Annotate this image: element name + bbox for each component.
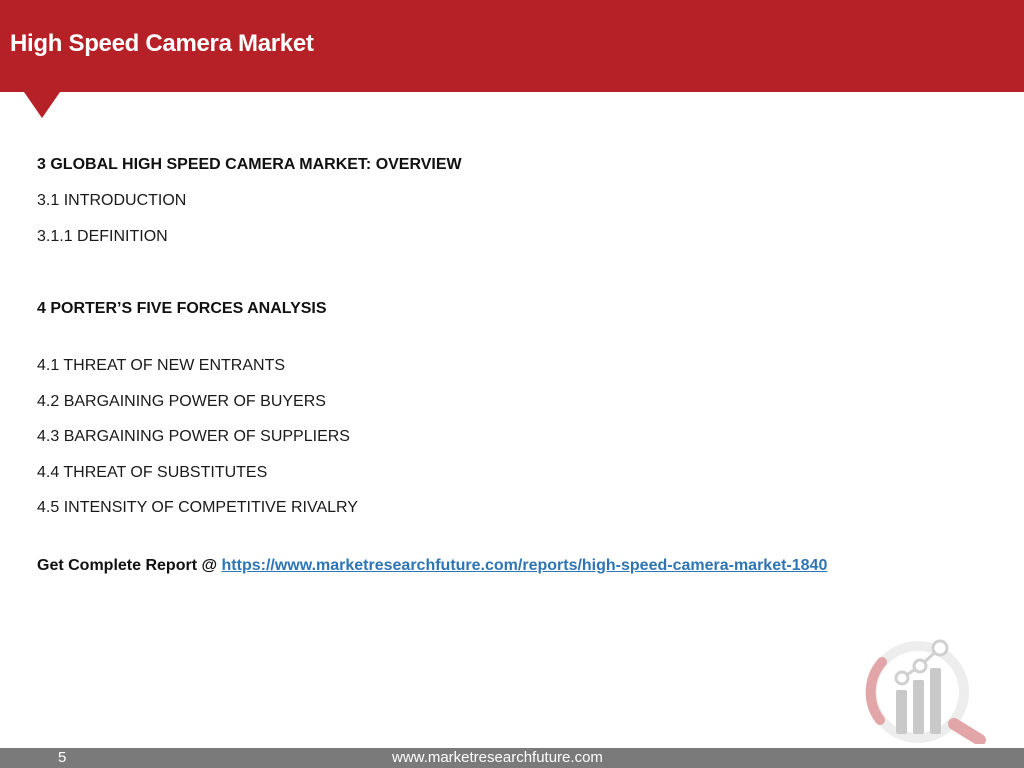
section-4-1-item: 4.1 THREAT OF NEW ENTRANTS — [37, 357, 286, 374]
slide: High Speed Camera Market 3 GLOBAL HIGH S… — [0, 0, 1024, 768]
report-link[interactable]: https://www.marketresearchfuture.com/rep… — [222, 557, 828, 574]
header-bar: High Speed Camera Market — [0, 0, 1024, 92]
section-3-1-item: 3.1 INTRODUCTION — [37, 192, 187, 209]
page-number: 5 — [58, 749, 67, 766]
section-3-1-1-item: 3.1.1 DEFINITION — [37, 228, 168, 245]
section-4-5-item: 4.5 INTENSITY OF COMPETITIVE RIVALRY — [37, 499, 358, 516]
report-cta-label: Get Complete Report @ — [37, 557, 222, 574]
page-title: High Speed Camera Market — [10, 30, 314, 57]
section-4-3-item: 4.3 BARGAINING POWER OF SUPPLIERS — [37, 428, 350, 445]
section-4-4-item: 4.4 THREAT OF SUBSTITUTES — [37, 464, 268, 481]
magnifier-bar-chart-logo-icon — [865, 639, 986, 744]
footer-website: www.marketresearchfuture.com — [392, 749, 603, 766]
header-pointer — [24, 92, 60, 118]
report-cta: Get Complete Report @ https://www.market… — [37, 557, 827, 575]
section-3-heading: 3 GLOBAL HIGH SPEED CAMERA MARKET: OVERV… — [37, 156, 462, 173]
footer-bar: 5 www.marketresearchfuture.com — [0, 748, 1024, 768]
section-4-2-item: 4.2 BARGAINING POWER OF BUYERS — [37, 393, 326, 410]
section-4-heading: 4 PORTER’S FIVE FORCES ANALYSIS — [37, 300, 327, 317]
